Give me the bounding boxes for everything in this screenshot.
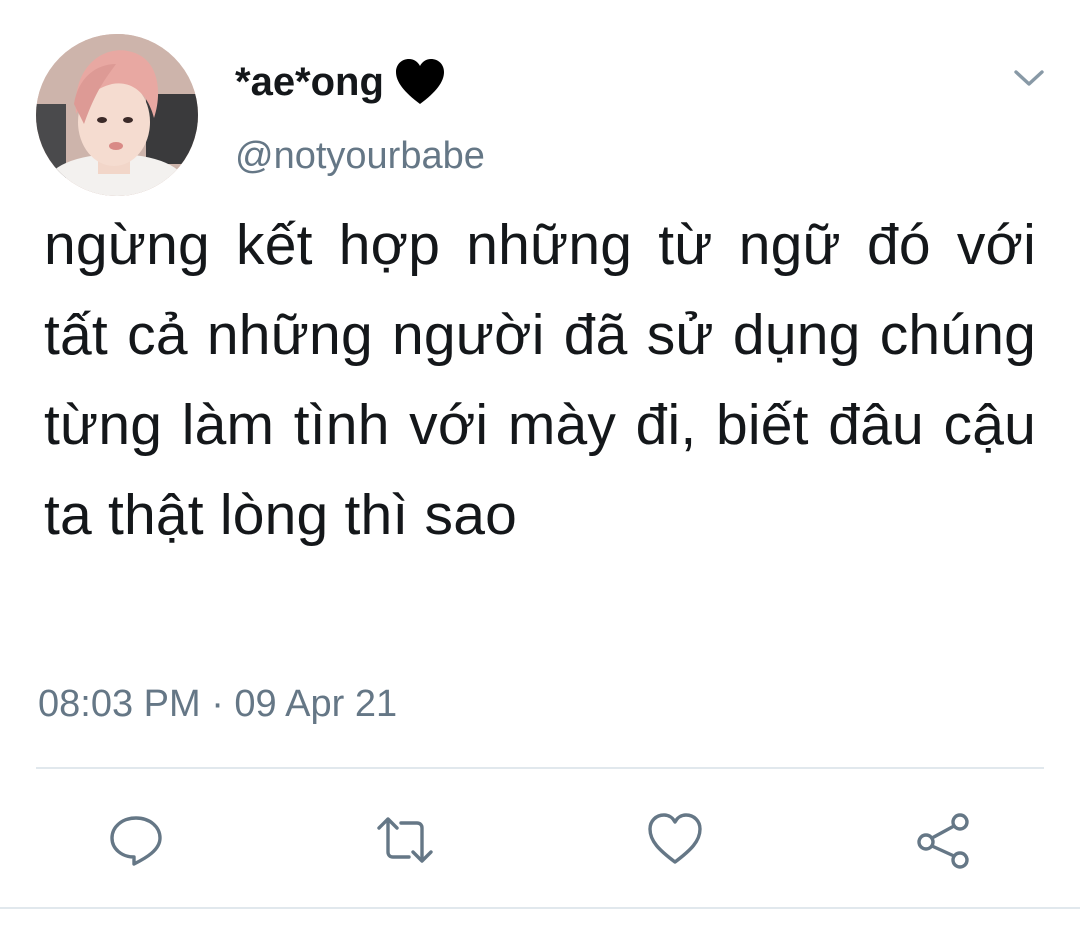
display-name[interactable]: *ae*ong: [235, 56, 446, 108]
divider: [36, 767, 1044, 769]
share-icon: [917, 813, 969, 869]
username[interactable]: @notyourbabe: [235, 132, 485, 180]
avatar-image: [36, 34, 198, 196]
chevron-down-icon[interactable]: [1008, 62, 1050, 94]
tweet-timestamp[interactable]: 08:03 PM · 09 Apr 21: [38, 680, 397, 728]
display-name-text: *ae*ong: [235, 60, 384, 104]
black-heart-icon: [394, 58, 446, 106]
avatar[interactable]: [36, 34, 198, 196]
heart-icon: [648, 813, 702, 864]
retweet-icon: [377, 817, 433, 863]
retweet-button[interactable]: [373, 808, 437, 872]
divider: [0, 907, 1080, 909]
reply-icon: [110, 816, 162, 866]
reply-button[interactable]: [104, 808, 168, 872]
like-button[interactable]: [643, 808, 707, 872]
share-button[interactable]: [912, 808, 976, 872]
tweet-text: ngừng kết hợp những từ ngữ đó với tất cả…: [44, 213, 1036, 547]
